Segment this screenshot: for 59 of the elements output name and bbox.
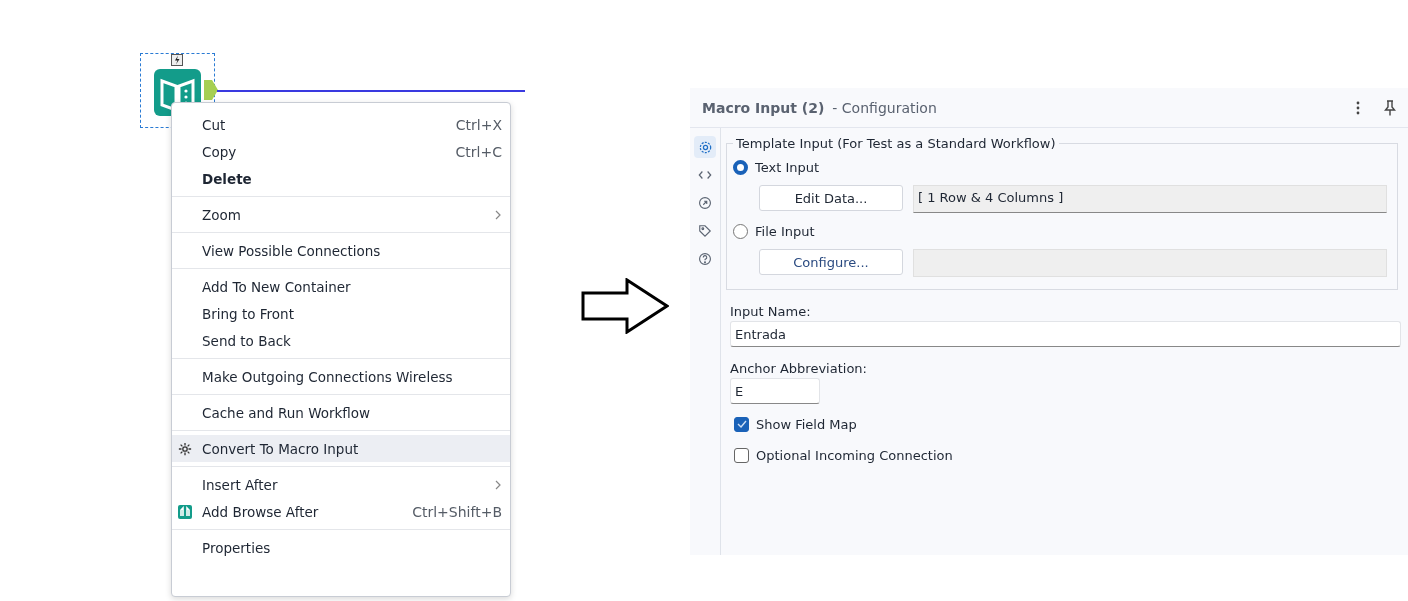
option-button[interactable]: Configure... <box>759 249 903 275</box>
checkbox-label: Optional Incoming Connection <box>756 447 953 463</box>
menu-item[interactable]: Copy Ctrl+C <box>172 138 510 165</box>
shortcut-text: Ctrl+X <box>455 116 502 133</box>
shortcut-text: Ctrl+C <box>455 143 502 160</box>
panel-subtitle: - Configuration <box>832 99 937 116</box>
tag-icon <box>698 224 712 238</box>
menu-item[interactable]: Convert To Macro Input <box>172 435 510 462</box>
option-button[interactable]: Edit Data... <box>759 185 903 211</box>
menu-item-label: Bring to Front <box>202 305 295 322</box>
side-tab[interactable] <box>694 136 716 158</box>
menu-item[interactable]: Add To New Container <box>172 273 510 300</box>
field-label: Anchor Abbreviation: <box>730 361 868 376</box>
menu-item-label: Add To New Container <box>202 278 352 295</box>
checkbox[interactable] <box>734 447 749 463</box>
binoculars-icon <box>178 504 192 519</box>
menu-item-label: Cut <box>202 116 227 133</box>
radio-label: Text Input <box>755 159 820 175</box>
menu-item[interactable]: Bring to Front <box>172 300 510 327</box>
anchor-field[interactable]: E <box>730 378 820 404</box>
checkbox[interactable] <box>734 416 749 432</box>
menu-item[interactable]: Cut Ctrl+X <box>172 111 510 138</box>
group-legend: Template Input (For Test as a Standard Workflow) <box>733 136 1059 151</box>
menu-item[interactable]: Properties <box>172 534 510 561</box>
radio-label: File Input <box>755 223 815 239</box>
menu-item-label: Make Outgoing Connections Wireless <box>202 368 454 385</box>
radio-button[interactable] <box>733 159 748 175</box>
shortcut-text: Ctrl+Shift+B <box>412 503 502 520</box>
menu-item[interactable]: View Possible Connections <box>172 237 510 264</box>
menu-item-label: Add Browse After <box>202 503 320 520</box>
menu-item-label: View Possible Connections <box>202 242 382 259</box>
lightning-icon <box>171 54 183 66</box>
field-label: Input Name: <box>730 304 812 319</box>
menu-item[interactable]: Make Outgoing Connections Wireless <box>172 363 510 390</box>
gear-icon <box>178 441 192 456</box>
menu-item[interactable]: Add Browse After Ctrl+Shift+B <box>172 498 510 525</box>
menu-item-label: Copy <box>202 143 238 160</box>
help-icon <box>698 252 712 266</box>
menu-item-label: Properties <box>202 539 272 556</box>
pin-icon[interactable] <box>1384 99 1396 116</box>
menu-item-label: Insert After <box>202 476 279 493</box>
input-name-field[interactable]: Entrada <box>730 321 1401 347</box>
more-options-icon[interactable] <box>1356 100 1360 115</box>
menu-item[interactable]: Send to Back <box>172 327 510 354</box>
menu-item-label: Send to Back <box>202 332 292 349</box>
checkbox-label: Show Field Map <box>756 416 857 432</box>
menu-item[interactable]: Insert After <box>172 471 510 498</box>
value-field: [ 1 Row & 4 Columns ] <box>913 185 1387 213</box>
settings-icon <box>697 139 713 155</box>
right-arrow-icon <box>581 278 669 334</box>
menu-item[interactable]: Delete <box>172 165 510 192</box>
menu-item-label: Convert To Macro Input <box>202 440 360 457</box>
menu-item-label: Delete <box>202 170 253 187</box>
menu-item-label: Zoom <box>202 206 242 223</box>
menu-item[interactable]: Zoom <box>172 201 510 228</box>
menu-item-label: Cache and Run Workflow <box>202 404 372 421</box>
radio-button[interactable] <box>733 223 748 239</box>
menu-item[interactable]: Cache and Run Workflow <box>172 399 510 426</box>
panel-title: Macro Input (2) <box>702 99 825 116</box>
